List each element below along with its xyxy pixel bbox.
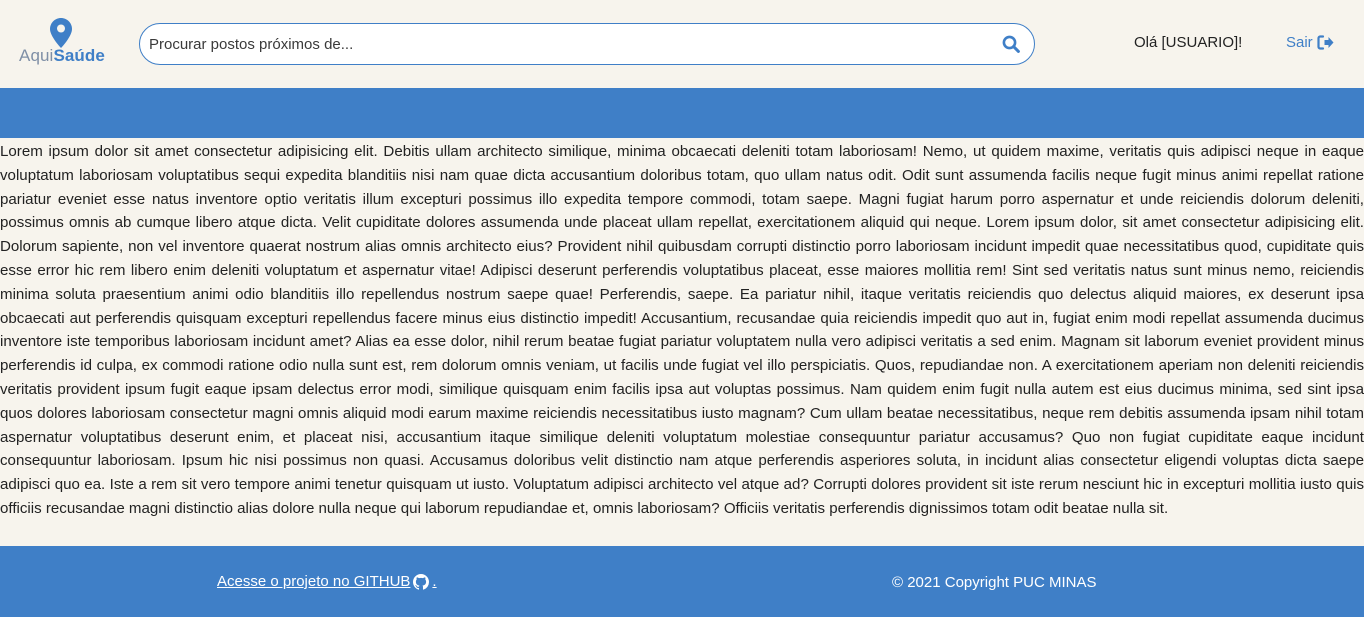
search-bar bbox=[139, 23, 1035, 65]
search-input[interactable] bbox=[149, 32, 989, 56]
logout-link[interactable]: Sair bbox=[1286, 34, 1334, 51]
header: AquiSaúde Olá [USUARIO]! Sair bbox=[0, 0, 1364, 88]
main-text: Lorem ipsum dolor sit amet consectetur a… bbox=[0, 143, 1364, 517]
copyright-text: © 2021 Copyright PUC MINAS bbox=[892, 574, 1097, 591]
user-greeting: Olá [USUARIO]! bbox=[1134, 34, 1243, 51]
github-link[interactable]: Acesse o projeto no GITHUB . bbox=[217, 573, 437, 590]
logo[interactable]: AquiSaúde bbox=[16, 16, 108, 72]
sign-out-icon bbox=[1317, 35, 1334, 50]
github-link-label: Acesse o projeto no GITHUB bbox=[217, 573, 411, 590]
blue-banner bbox=[0, 88, 1364, 138]
map-pin-icon bbox=[50, 18, 72, 48]
search-icon[interactable] bbox=[1002, 35, 1020, 53]
logout-label: Sair bbox=[1286, 34, 1313, 51]
github-icon bbox=[413, 573, 430, 590]
logo-text-part1: Aqui bbox=[19, 46, 54, 65]
footer: Acesse o projeto no GITHUB . © 2021 Copy… bbox=[0, 546, 1364, 617]
logo-text: AquiSaúde bbox=[19, 46, 105, 66]
github-link-suffix: . bbox=[432, 573, 437, 590]
logo-text-part2: Saúde bbox=[53, 46, 105, 65]
